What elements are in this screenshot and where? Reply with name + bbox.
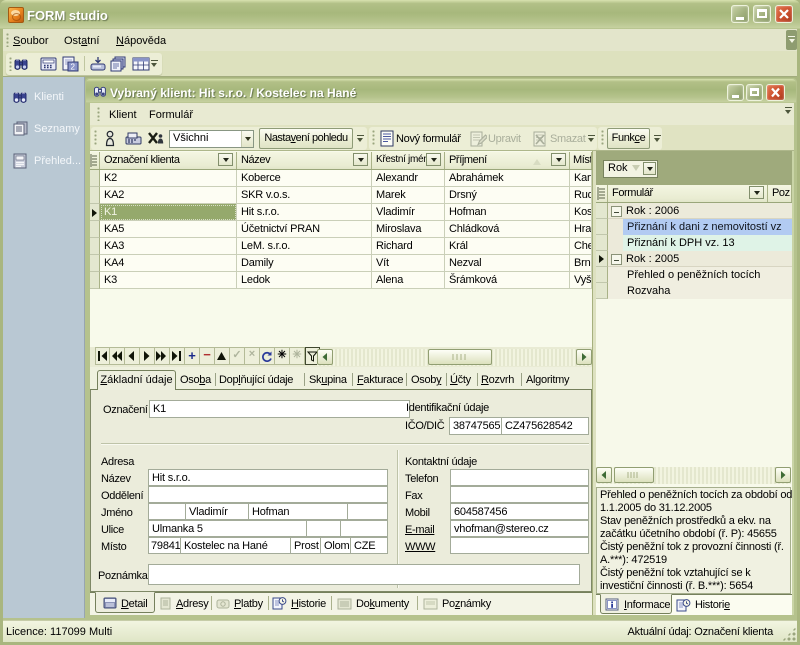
svg-text:2: 2 [71, 63, 76, 72]
